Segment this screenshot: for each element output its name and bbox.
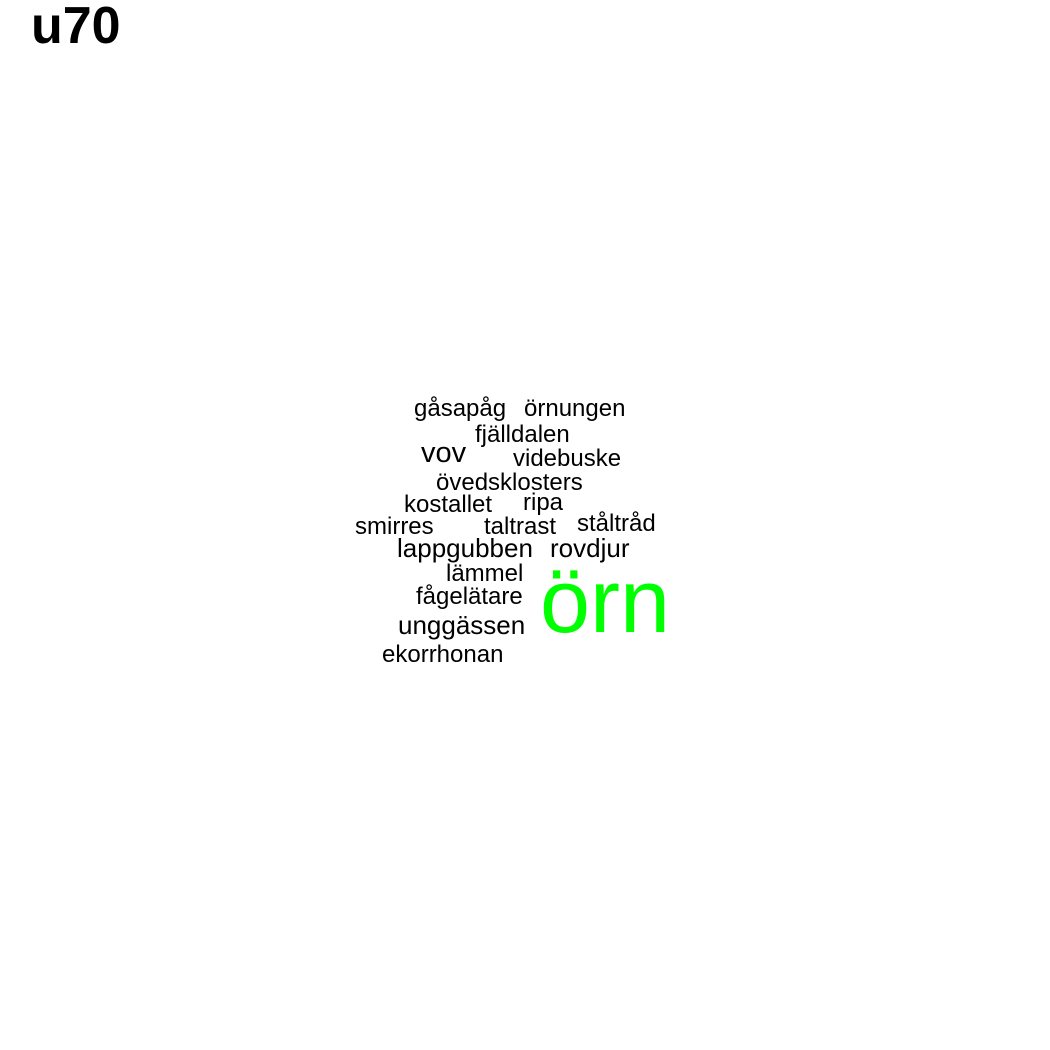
word-lappgubben: lappgubben: [397, 533, 533, 563]
word-ornungen: örnungen: [524, 395, 626, 422]
word-vov: vov: [421, 437, 467, 469]
word-unggassen: unggässen: [398, 610, 526, 640]
word-gasapag: gåsapåg: [414, 395, 507, 422]
word-videbuske: videbuske: [513, 445, 622, 472]
word-ekorrhonan: ekorrhonan: [382, 641, 504, 668]
word-orn: örn: [540, 552, 671, 652]
word-ripa: ripa: [523, 489, 564, 516]
word-fagelatare: fågelätare: [416, 583, 523, 610]
word-cloud: gåsapåg örnungen fjälldalen vov videbusk…: [0, 0, 1050, 1050]
word-fjalldalen: fjälldalen: [475, 421, 570, 448]
